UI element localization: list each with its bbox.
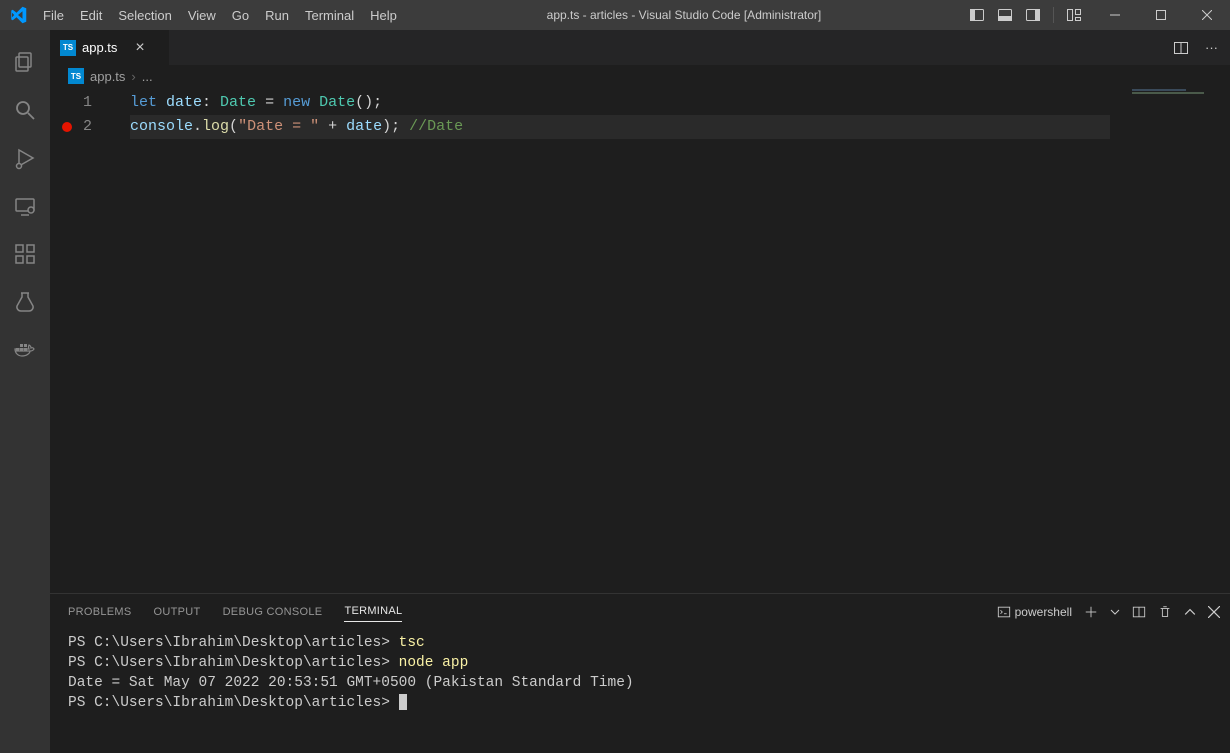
menu-bar: File Edit Selection View Go Run Terminal… [35, 2, 405, 29]
terminal-shell-selector[interactable]: powershell [997, 605, 1072, 619]
menu-edit[interactable]: Edit [72, 2, 110, 29]
code-content[interactable]: let date: Date = new Date();console.log(… [110, 87, 1230, 593]
terminal-dropdown-icon[interactable] [1110, 607, 1120, 617]
terminal-content[interactable]: PS C:\Users\Ibrahim\Desktop\articles> ts… [50, 629, 1230, 753]
window-controls [1092, 0, 1230, 30]
breadcrumb-separator: › [131, 69, 135, 84]
panel-tab-debug-console[interactable]: DEBUG CONSOLE [223, 602, 323, 622]
search-icon[interactable] [1, 86, 49, 134]
customize-layout-icon[interactable] [1060, 0, 1088, 30]
title-bar: File Edit Selection View Go Run Terminal… [0, 0, 1230, 30]
activity-bar [0, 30, 50, 753]
extensions-icon[interactable] [1, 230, 49, 278]
editor-area: TS app.ts × ··· TS app.ts › ... 12 let d… [50, 30, 1230, 753]
panel-tab-output[interactable]: OUTPUT [154, 602, 201, 622]
run-debug-icon[interactable] [1, 134, 49, 182]
explorer-icon[interactable] [1, 38, 49, 86]
menu-selection[interactable]: Selection [110, 2, 179, 29]
remote-explorer-icon[interactable] [1, 182, 49, 230]
testing-icon[interactable] [1, 278, 49, 326]
panel-tab-terminal[interactable]: TERMINAL [344, 601, 402, 622]
menu-view[interactable]: View [180, 2, 224, 29]
menu-help[interactable]: Help [362, 2, 405, 29]
minimap[interactable] [1132, 89, 1222, 119]
split-editor-icon[interactable] [1169, 36, 1193, 60]
tab-label: app.ts [82, 40, 117, 55]
menu-run[interactable]: Run [257, 2, 297, 29]
editor-tabs: TS app.ts × ··· [50, 30, 1230, 65]
tab-app-ts[interactable]: TS app.ts × [50, 30, 170, 65]
vscode-logo-icon [0, 6, 35, 24]
gutter[interactable]: 12 [50, 87, 110, 593]
tab-close-icon[interactable]: × [135, 39, 144, 57]
code-editor[interactable]: 12 let date: Date = new Date();console.l… [50, 87, 1230, 593]
panel-tabs: PROBLEMS OUTPUT DEBUG CONSOLE TERMINAL p… [50, 594, 1230, 629]
maximize-panel-icon[interactable] [1184, 606, 1196, 618]
minimize-icon[interactable] [1092, 0, 1138, 30]
bottom-panel: PROBLEMS OUTPUT DEBUG CONSOLE TERMINAL p… [50, 593, 1230, 753]
menu-terminal[interactable]: Terminal [297, 2, 362, 29]
breadcrumb-file: app.ts [90, 69, 125, 84]
maximize-icon[interactable] [1138, 0, 1184, 30]
breadcrumb[interactable]: TS app.ts › ... [50, 65, 1230, 87]
typescript-file-icon: TS [68, 68, 84, 84]
window-title: app.ts - articles - Visual Studio Code [… [405, 8, 963, 22]
breadcrumb-trailing: ... [142, 69, 153, 84]
breakpoint-icon[interactable] [62, 122, 72, 132]
docker-icon[interactable] [1, 326, 49, 374]
toggle-secondary-sidebar-icon[interactable] [1019, 0, 1047, 30]
split-terminal-icon[interactable] [1132, 605, 1146, 619]
toggle-primary-sidebar-icon[interactable] [963, 0, 991, 30]
close-panel-icon[interactable] [1208, 606, 1220, 618]
layout-controls [963, 0, 1088, 30]
toggle-panel-icon[interactable] [991, 0, 1019, 30]
kill-terminal-icon[interactable] [1158, 605, 1172, 619]
panel-tab-problems[interactable]: PROBLEMS [68, 602, 132, 622]
typescript-file-icon: TS [60, 40, 76, 56]
menu-file[interactable]: File [35, 2, 72, 29]
close-icon[interactable] [1184, 0, 1230, 30]
menu-go[interactable]: Go [224, 2, 257, 29]
more-actions-icon[interactable]: ··· [1201, 36, 1222, 59]
new-terminal-icon[interactable] [1084, 605, 1098, 619]
